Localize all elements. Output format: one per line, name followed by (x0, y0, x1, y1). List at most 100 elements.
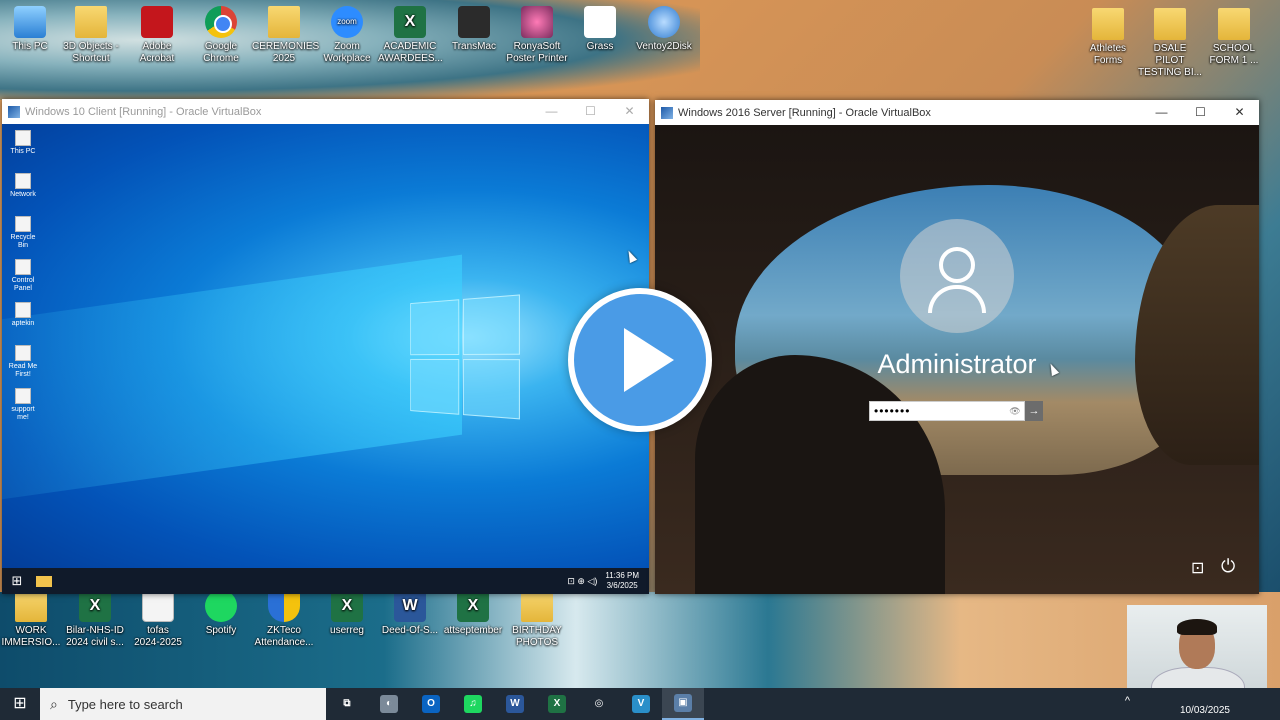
password-input[interactable]: ••••••• (869, 401, 1025, 421)
windows2016-vm-window[interactable]: Windows 2016 Server [Running] - Oracle V… (655, 100, 1259, 594)
desktop-icon[interactable]: W Deed-Of-S... (378, 590, 442, 637)
ventoy-icon (648, 6, 680, 38)
virtualbox-icon (661, 106, 673, 119)
desktop-icon-label: Bilar-NHS-ID 2024 civil s... (66, 625, 124, 648)
virtualbox-icon: V (632, 695, 650, 713)
vm-desktop-icon[interactable]: aptekin (6, 302, 40, 328)
reveal-password-icon[interactable]: 👁 (1007, 403, 1023, 419)
desktop-icon[interactable]: X Bilar-NHS-ID 2024 civil s... (63, 590, 127, 649)
desktop-icon[interactable]: Grass (568, 6, 632, 53)
desktop-icon[interactable]: CEREMONIES 2025 (252, 6, 319, 65)
shield-icon (268, 590, 300, 622)
maximize-button[interactable]: ☐ (571, 99, 610, 124)
shortcut-icon (15, 173, 31, 189)
taskbar-virtualbox[interactable]: V (620, 688, 662, 720)
desktop-icon[interactable]: RonyaSoft Poster Printer (505, 6, 569, 65)
excel-icon: X (457, 590, 489, 622)
file-explorer-icon[interactable] (36, 575, 52, 587)
close-button[interactable]: ✕ (1220, 100, 1259, 125)
desktop-icon-label: ACADEMIC AWARDEES... (378, 41, 443, 64)
vm-desktop-icon[interactable]: This PC (6, 130, 40, 156)
play-button[interactable] (568, 288, 712, 432)
outlook-icon: O (422, 695, 440, 713)
start-button[interactable]: ⊞ (0, 688, 40, 720)
desktop-icon[interactable]: X ACADEMIC AWARDEES... (378, 6, 443, 65)
desktop-icon[interactable]: WORK IMMERSIO... (0, 590, 63, 649)
spotify-icon (205, 590, 237, 622)
desktop-icon[interactable]: Spotify (189, 590, 253, 637)
desktop-icon[interactable]: 3D Objects - Shortcut (59, 6, 123, 65)
taskbar-date[interactable]: 10/03/2025 (1180, 705, 1230, 716)
vm-desktop-icon-label: Recycle Bin (10, 234, 36, 249)
desktop-icon[interactable]: Xattseptember (441, 590, 505, 637)
taskbar-spotify[interactable]: ♫ (452, 688, 494, 720)
taskbar-word[interactable]: W (494, 688, 536, 720)
windows10-desktop[interactable]: This PC Network Recycle Bin Control Panel ap… (2, 124, 649, 568)
desktop-icon-label: RonyaSoft Poster Printer (506, 41, 568, 64)
word-icon: W (394, 590, 426, 622)
vm1-start-button[interactable]: ⊞ (2, 573, 32, 589)
taskbar-virtualbox-active[interactable]: ▣ (662, 688, 704, 720)
search-placeholder: Type here to search (67, 696, 183, 712)
desktop-icon-label: This PC (12, 41, 48, 52)
folder-icon (521, 590, 553, 622)
vm1-clock[interactable]: 11:36 PM 3/6/2025 (605, 571, 639, 591)
desktop-icon[interactable]: ZKTeco Attendance... (252, 590, 316, 649)
acrobat-icon (141, 6, 173, 38)
desktop-icon[interactable]: Adobe Acrobat (125, 6, 189, 65)
desktop-icon[interactable]: tofas 2024-2025 (126, 590, 190, 649)
shortcut-icon (15, 130, 31, 146)
desktop-icon[interactable]: SCHOOL FORM 1 ... (1202, 8, 1266, 67)
desktop-icon[interactable]: Ventoy2Disk (632, 6, 696, 53)
desktop-icon[interactable]: Google Chrome (189, 6, 253, 65)
taskbar-excel[interactable]: X (536, 688, 578, 720)
vm-desktop-icon[interactable]: Network (6, 173, 40, 199)
app-bird-icon: ◐ (380, 695, 398, 713)
desktop-icon-label: SCHOOL FORM 1 ... (1209, 43, 1259, 66)
desktop-icon[interactable]: Athletes Forms (1076, 8, 1140, 67)
minimize-button[interactable]: — (1142, 100, 1181, 125)
computer-icon (14, 6, 46, 38)
maximize-button[interactable]: ☐ (1181, 100, 1220, 125)
vm-desktop-icon-label: support me! (11, 406, 35, 421)
vm-desktop-icon[interactable]: Control Panel (6, 259, 40, 293)
chevron-up-icon[interactable]: ^ (1125, 695, 1130, 707)
desktop-icon[interactable]: TransMac (442, 6, 506, 53)
vm1-clock-time: 11:36 PM (605, 571, 639, 580)
vm1-titlebar[interactable]: Windows 10 Client [Running] - Oracle Vir… (2, 99, 649, 124)
vm2-titlebar[interactable]: Windows 2016 Server [Running] - Oracle V… (655, 100, 1259, 125)
vm1-taskbar: ⊞ ⊡ ⊕ ◁) 11:36 PM 3/6/2025 (2, 568, 649, 594)
vm-desktop-icon[interactable]: Read Me First! (6, 345, 40, 379)
excel-icon: X (394, 6, 426, 38)
desktop-icon[interactable]: DSALE PILOT TESTING BI... (1138, 8, 1202, 79)
desktop-icon[interactable]: Xuserreg (315, 590, 379, 637)
windows10-vm-window[interactable]: Windows 10 Client [Running] - Oracle Vir… (2, 99, 649, 594)
search-box[interactable]: ⌕ Type here to search (40, 688, 326, 720)
desktop-icon[interactable]: BIRTHDAY PHOTOS (505, 590, 569, 649)
vm2-title: Windows 2016 Server [Running] - Oracle V… (678, 106, 931, 119)
shortcut-icon (15, 345, 31, 361)
desktop-icon-label: Ventoy2Disk (636, 41, 692, 52)
desktop-icon-label: attseptember (443, 625, 503, 636)
submit-arrow-button[interactable]: → (1025, 401, 1043, 421)
ease-of-access-icon[interactable]: ⊡ (1191, 558, 1204, 578)
doc-icon (142, 590, 174, 622)
excel-icon: X (331, 590, 363, 622)
taskbar-outlook[interactable]: O (410, 688, 452, 720)
desktop-icon-label: Grass (586, 41, 614, 52)
chrome-icon (205, 6, 237, 38)
vm-desktop-icon[interactable]: Recycle Bin (6, 216, 40, 250)
minimize-button[interactable]: — (532, 99, 571, 124)
close-button[interactable]: ✕ (610, 99, 649, 124)
vm-desktop-icon[interactable]: support me! (6, 388, 40, 422)
taskbar-app-bird[interactable]: ◐ (368, 688, 410, 720)
taskbar-network-app[interactable]: ◎ (578, 688, 620, 720)
virtualbox-icon (8, 105, 20, 118)
desktop-icon[interactable]: This PC (0, 6, 62, 53)
power-icon[interactable]: ⏻ (1221, 556, 1235, 577)
vm1-tray-icons[interactable]: ⊡ ⊕ ◁) (567, 576, 597, 587)
taskbar-task-view[interactable]: ⧉ (326, 688, 368, 720)
host-taskbar: ⊞ ⌕ Type here to search ⧉ ◐ O ♫ W X ◎ V ▣ ^ 10/0… (0, 688, 1280, 720)
desktop-icon-label: Deed-Of-S... (381, 625, 439, 636)
desktop-icon[interactable]: zoom Zoom Workplace (315, 6, 379, 65)
